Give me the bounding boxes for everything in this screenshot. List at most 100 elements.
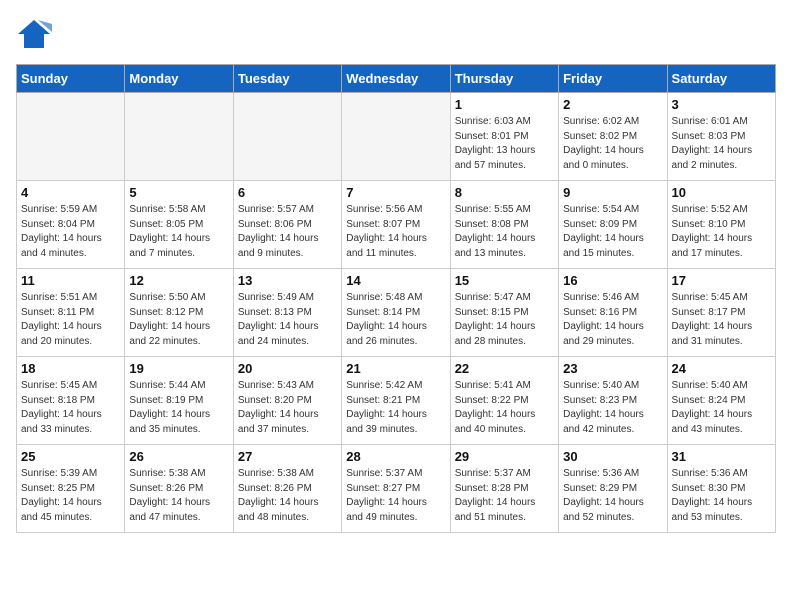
day-cell: 29 Sunrise: 5:37 AM Sunset: 8:28 PM Dayli… [450,445,558,533]
day-cell: 22 Sunrise: 5:41 AM Sunset: 8:22 PM Dayli… [450,357,558,445]
day-cell: 21 Sunrise: 5:42 AM Sunset: 8:21 PM Dayli… [342,357,450,445]
week-row-5: 25 Sunrise: 5:39 AM Sunset: 8:25 PM Dayli… [17,445,776,533]
day-info: Sunrise: 5:55 AM Sunset: 8:08 PM Dayligh… [455,203,554,261]
day-cell: 4 Sunrise: 5:59 AM Sunset: 8:04 PM Daylig… [17,181,125,269]
week-row-3: 11 Sunrise: 5:51 AM Sunset: 8:11 PM Dayli… [17,269,776,357]
day-info: Sunrise: 6:03 AM Sunset: 8:01 PM Dayligh… [455,115,554,173]
day-info: Sunrise: 5:42 AM Sunset: 8:21 PM Dayligh… [346,379,445,437]
day-info: Sunrise: 5:50 AM Sunset: 8:12 PM Dayligh… [129,291,228,349]
day-cell [17,93,125,181]
day-cell [125,93,233,181]
day-cell: 2 Sunrise: 6:02 AM Sunset: 8:02 PM Daylig… [559,93,667,181]
day-cell: 31Sunrise: 5:36 AM Sunset: 8:30 PM Dayli… [667,445,775,533]
day-cell: 1 Sunrise: 6:03 AM Sunset: 8:01 PM Daylig… [450,93,558,181]
day-info: Sunrise: 5:51 AM Sunset: 8:11 PM Dayligh… [21,291,120,349]
day-info: Sunrise: 5:57 AM Sunset: 8:06 PM Dayligh… [238,203,337,261]
day-info: Sunrise: 5:48 AM Sunset: 8:14 PM Dayligh… [346,291,445,349]
day-cell: 23 Sunrise: 5:40 AM Sunset: 8:23 PM Dayli… [559,357,667,445]
day-info: Sunrise: 5:54 AM Sunset: 8:09 PM Dayligh… [563,203,662,261]
day-number: 14 [346,273,445,288]
day-cell: 14 Sunrise: 5:48 AM Sunset: 8:14 PM Dayli… [342,269,450,357]
day-cell: 13Sunrise: 5:49 AM Sunset: 8:13 PM Dayli… [233,269,341,357]
day-info: Sunrise: 5:58 AM Sunset: 8:05 PM Dayligh… [129,203,228,261]
day-number: 18 [21,361,120,376]
col-header-sunday: Sunday [17,65,125,93]
header [16,16,776,52]
day-cell: 20 Sunrise: 5:43 AM Sunset: 8:20 PM Dayli… [233,357,341,445]
day-cell: 26 Sunrise: 5:38 AM Sunset: 8:26 PM Dayli… [125,445,233,533]
day-info: Sunrise: 5:38 AM Sunset: 8:26 PM Dayligh… [129,467,228,525]
day-info: Sunrise: 5:44 AM Sunset: 8:19 PM Dayligh… [129,379,228,437]
logo [16,16,56,52]
day-info: Sunrise: 6:01 AM Sunset: 8:03 PM Dayligh… [672,115,771,173]
day-cell: 7Sunrise: 5:56 AM Sunset: 8:07 PM Daylig… [342,181,450,269]
day-info: Sunrise: 6:02 AM Sunset: 8:02 PM Dayligh… [563,115,662,173]
col-header-saturday: Saturday [667,65,775,93]
day-number: 20 [238,361,337,376]
calendar-header-row: SundayMondayTuesdayWednesdayThursdayFrid… [17,65,776,93]
calendar-table: SundayMondayTuesdayWednesdayThursdayFrid… [16,64,776,533]
day-number: 4 [21,185,120,200]
day-cell: 11 Sunrise: 5:51 AM Sunset: 8:11 PM Dayli… [17,269,125,357]
day-number: 12 [129,273,228,288]
col-header-wednesday: Wednesday [342,65,450,93]
day-cell: 15 Sunrise: 5:47 AM Sunset: 8:15 PM Dayli… [450,269,558,357]
day-info: Sunrise: 5:45 AM Sunset: 8:17 PM Dayligh… [672,291,771,349]
day-number: 8 [455,185,554,200]
day-info: Sunrise: 5:37 AM Sunset: 8:28 PM Dayligh… [455,467,554,525]
day-number: 15 [455,273,554,288]
day-number: 29 [455,449,554,464]
day-info: Sunrise: 5:43 AM Sunset: 8:20 PM Dayligh… [238,379,337,437]
day-info: Sunrise: 5:59 AM Sunset: 8:04 PM Dayligh… [21,203,120,261]
day-number: 22 [455,361,554,376]
day-number: 5 [129,185,228,200]
day-cell: 24Sunrise: 5:40 AM Sunset: 8:24 PM Dayli… [667,357,775,445]
day-number: 9 [563,185,662,200]
day-info: Sunrise: 5:37 AM Sunset: 8:27 PM Dayligh… [346,467,445,525]
day-number: 27 [238,449,337,464]
day-number: 10 [672,185,771,200]
day-cell: 16Sunrise: 5:46 AM Sunset: 8:16 PM Dayli… [559,269,667,357]
day-cell: 9 Sunrise: 5:54 AM Sunset: 8:09 PM Daylig… [559,181,667,269]
day-number: 30 [563,449,662,464]
day-cell: 10 Sunrise: 5:52 AM Sunset: 8:10 PM Dayli… [667,181,775,269]
day-number: 6 [238,185,337,200]
day-cell: 18 Sunrise: 5:45 AM Sunset: 8:18 PM Dayli… [17,357,125,445]
day-number: 26 [129,449,228,464]
day-info: Sunrise: 5:40 AM Sunset: 8:23 PM Dayligh… [563,379,662,437]
logo-icon [16,16,52,52]
day-info: Sunrise: 5:38 AM Sunset: 8:26 PM Dayligh… [238,467,337,525]
day-number: 3 [672,97,771,112]
day-number: 17 [672,273,771,288]
day-cell [233,93,341,181]
day-info: Sunrise: 5:41 AM Sunset: 8:22 PM Dayligh… [455,379,554,437]
day-number: 11 [21,273,120,288]
day-cell: 27 Sunrise: 5:38 AM Sunset: 8:26 PM Dayli… [233,445,341,533]
day-number: 31 [672,449,771,464]
col-header-tuesday: Tuesday [233,65,341,93]
day-number: 2 [563,97,662,112]
day-number: 21 [346,361,445,376]
col-header-monday: Monday [125,65,233,93]
day-cell: 30Sunrise: 5:36 AM Sunset: 8:29 PM Dayli… [559,445,667,533]
day-info: Sunrise: 5:45 AM Sunset: 8:18 PM Dayligh… [21,379,120,437]
week-row-2: 4 Sunrise: 5:59 AM Sunset: 8:04 PM Daylig… [17,181,776,269]
day-number: 28 [346,449,445,464]
day-number: 1 [455,97,554,112]
day-cell: 6 Sunrise: 5:57 AM Sunset: 8:06 PM Daylig… [233,181,341,269]
day-cell: 5 Sunrise: 5:58 AM Sunset: 8:05 PM Daylig… [125,181,233,269]
day-info: Sunrise: 5:52 AM Sunset: 8:10 PM Dayligh… [672,203,771,261]
day-cell [342,93,450,181]
day-cell: 25 Sunrise: 5:39 AM Sunset: 8:25 PM Dayli… [17,445,125,533]
day-cell: 17 Sunrise: 5:45 AM Sunset: 8:17 PM Dayli… [667,269,775,357]
day-cell: 8 Sunrise: 5:55 AM Sunset: 8:08 PM Daylig… [450,181,558,269]
day-info: Sunrise: 5:39 AM Sunset: 8:25 PM Dayligh… [21,467,120,525]
col-header-thursday: Thursday [450,65,558,93]
day-number: 25 [21,449,120,464]
day-info: Sunrise: 5:56 AM Sunset: 8:07 PM Dayligh… [346,203,445,261]
day-cell: 12 Sunrise: 5:50 AM Sunset: 8:12 PM Dayli… [125,269,233,357]
day-number: 23 [563,361,662,376]
day-number: 16 [563,273,662,288]
day-info: Sunrise: 5:47 AM Sunset: 8:15 PM Dayligh… [455,291,554,349]
page: SundayMondayTuesdayWednesdayThursdayFrid… [0,0,792,549]
